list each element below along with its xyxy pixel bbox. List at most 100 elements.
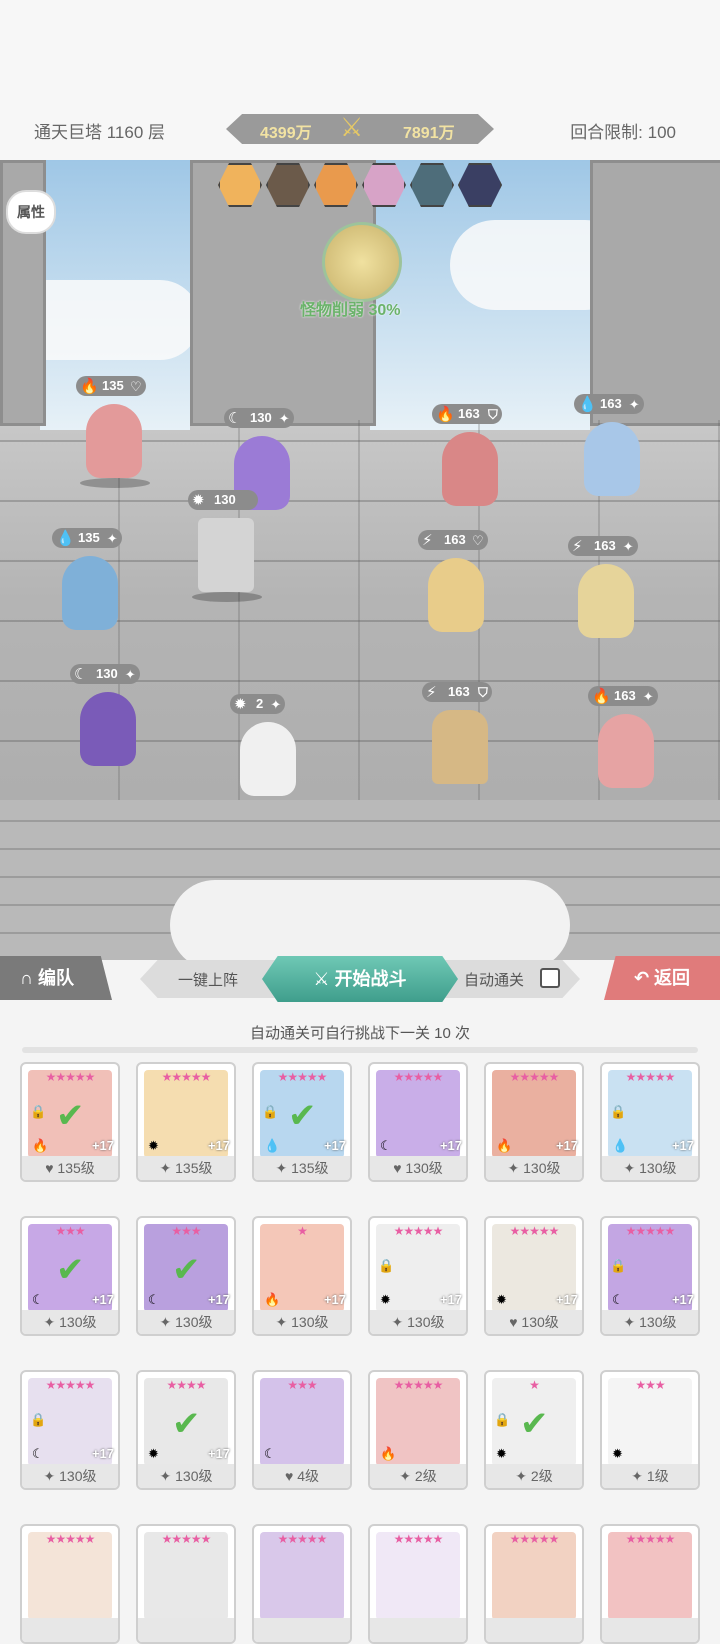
- enemy-sprite: [442, 432, 498, 506]
- star-rating: ★★★: [55, 1224, 85, 1238]
- enemy-portrait[interactable]: [410, 163, 454, 207]
- fire-icon: 🔥: [80, 378, 99, 395]
- hero-card[interactable]: ★★★ ✔ ☾ +17 ✦ 130级: [136, 1216, 236, 1336]
- team-button[interactable]: ∩ 编队: [0, 956, 112, 1000]
- hero-level-bar: [486, 1618, 582, 1642]
- hero-card[interactable]: ★★★★★: [136, 1524, 236, 1644]
- star-rating: ★: [529, 1378, 540, 1392]
- hero-card[interactable]: ★★★★★: [600, 1524, 700, 1644]
- hero-level-bar: ♥ 130级: [370, 1156, 466, 1180]
- hero-card[interactable]: ★★★★★: [20, 1524, 120, 1644]
- lock-icon: 🔒: [30, 1412, 47, 1427]
- water-drop-icon: 💧: [578, 396, 597, 413]
- element-icon: ☾: [148, 1292, 160, 1307]
- hero-card[interactable]: ★ 🔒 ✔ ✹ ✦ 2级: [484, 1370, 584, 1490]
- hero-level: 130级: [175, 1468, 213, 1484]
- hero-level-bar: ✦ 130级: [602, 1156, 698, 1180]
- boss-buff-text: 怪物削弱 30%: [300, 302, 401, 319]
- star-rating: ★★★★★: [45, 1532, 96, 1546]
- hero-card[interactable]: ★★★★★ 🔒 ☾ +17 ✦ 130级: [20, 1370, 120, 1490]
- star-rating: ★★★★★: [509, 1070, 560, 1084]
- role-icon: ✦: [43, 1468, 56, 1484]
- hero-level-bar: ✦ 2级: [370, 1464, 466, 1488]
- hero-card[interactable]: ★★★★★ 🔒 ☾ +17 ✦ 130级: [600, 1216, 700, 1336]
- hero-card[interactable]: ★ 🔥 +17 ✦ 130级: [252, 1216, 352, 1336]
- hero-card[interactable]: ★★★★★ ☾ +17 ♥ 130级: [368, 1062, 468, 1182]
- unit-shadow: [192, 592, 262, 602]
- hero-card[interactable]: ★★★ ✔ ☾ +17 ✦ 130级: [20, 1216, 120, 1336]
- hero-card[interactable]: ★★★★★ 🔥 ✦ 2级: [368, 1370, 468, 1490]
- hero-level-bar: ✦ 130级: [138, 1310, 234, 1334]
- role-icon: ♥: [45, 1160, 54, 1176]
- enhance-level: +17: [91, 1446, 114, 1461]
- ally-unit[interactable]: ✹ 2 ✦: [230, 694, 296, 796]
- element-icon: 🔥: [496, 1138, 513, 1153]
- enemy-portrait[interactable]: [218, 163, 262, 207]
- role-icon: ✦: [399, 1468, 412, 1484]
- attribute-button[interactable]: 属性: [6, 190, 56, 234]
- enemy-portrait[interactable]: [362, 163, 406, 207]
- unit-level: 130: [250, 410, 272, 425]
- star-rating: ★: [297, 1224, 308, 1238]
- hero-card[interactable]: ★★★★★: [368, 1524, 468, 1644]
- hero-level: 135级: [57, 1160, 95, 1176]
- role-icon: ✦: [391, 1314, 404, 1330]
- unit-level: 2: [256, 696, 264, 711]
- role-icon: ✦: [275, 1314, 288, 1330]
- ally-unit[interactable]: ☾ 130 ✦: [70, 664, 140, 766]
- one-key-deploy-button[interactable]: 一键上阵: [178, 969, 238, 990]
- star-rating: ★★★: [635, 1378, 665, 1392]
- hero-card[interactable]: ★★★ ✹ ✦ 1级: [600, 1370, 700, 1490]
- cloud: [170, 880, 570, 960]
- sword-icon: ✦: [278, 411, 290, 426]
- back-button[interactable]: ↶ 返回: [604, 956, 720, 1000]
- hero-level: 130级: [59, 1314, 97, 1330]
- enemy-unit[interactable]: 💧 163 ✦: [574, 394, 644, 496]
- lock-icon: 🔒: [30, 1104, 47, 1119]
- ally-unit[interactable]: ✹ 130: [188, 490, 262, 602]
- hero-card[interactable]: ★★★★★ 🔒 ✔ 💧 +17 ✦ 135级: [252, 1062, 352, 1182]
- hero-card[interactable]: ★★★★★: [484, 1524, 584, 1644]
- hero-card[interactable]: ★★★★★ 🔥 +17 ✦ 130级: [484, 1062, 584, 1182]
- enemy-portrait[interactable]: [458, 163, 502, 207]
- lock-icon: 🔒: [262, 1104, 279, 1119]
- enemy-portrait[interactable]: [314, 163, 358, 207]
- ally-unit[interactable]: 🔥 135 ♡: [76, 376, 150, 488]
- hero-card[interactable]: ★★★★ ✔ ✹ +17 ✦ 130级: [136, 1370, 236, 1490]
- battle-controls: ∩ 编队 一键上阵 ⚔ 开始战斗 自动通关 ↶ 返回: [0, 956, 720, 1008]
- star-rating: ★★★★★: [45, 1378, 96, 1392]
- start-battle-button[interactable]: ⚔ 开始战斗: [262, 956, 458, 1002]
- hero-card[interactable]: ★★★ ☾ ♥ 4级: [252, 1370, 352, 1490]
- enhance-level: +17: [439, 1292, 462, 1307]
- hero-card[interactable]: ★★★★★ ✹ +17 ✦ 135级: [136, 1062, 236, 1182]
- star-rating: ★★★: [171, 1224, 201, 1238]
- enemy-unit[interactable]: ⚡ 163 ♡: [418, 530, 488, 632]
- enemy-portrait[interactable]: [266, 163, 310, 207]
- hero-card[interactable]: ★★★★★ 🔒 ✔ 🔥 +17 ♥ 135级: [20, 1062, 120, 1182]
- ally-unit[interactable]: 💧 135 ✦: [52, 528, 122, 630]
- lock-icon: 🔒: [610, 1258, 627, 1273]
- hero-level: 130级: [639, 1160, 677, 1176]
- selected-check-icon: ✔: [56, 1251, 85, 1289]
- auto-clear-checkbox[interactable]: [540, 968, 560, 988]
- hero-level-bar: ✦ 130级: [138, 1464, 234, 1488]
- hero-card[interactable]: ★★★★★ 🔒 💧 +17 ✦ 130级: [600, 1062, 700, 1182]
- hero-level-bar: ✦ 135级: [138, 1156, 234, 1180]
- selected-check-icon: ✔: [56, 1097, 85, 1135]
- sword-icon: ✦: [642, 689, 654, 704]
- return-arrow-icon: ↶: [633, 968, 655, 988]
- enemy-unit[interactable]: ⚡ 163 ⛉: [422, 682, 492, 784]
- hero-card[interactable]: ★★★★★ 🔒 ✹ +17 ✦ 130级: [368, 1216, 468, 1336]
- hero-card[interactable]: ★★★★★ ✹ +17 ♥ 130级: [484, 1216, 584, 1336]
- hero-level: 135级: [175, 1160, 213, 1176]
- water-drop-icon: 💧: [56, 530, 75, 547]
- enhance-level: +17: [671, 1138, 694, 1153]
- enemy-unit[interactable]: ⚡ 163 ✦: [568, 536, 638, 638]
- enemy-unit[interactable]: 🔥 163 ✦: [588, 686, 658, 788]
- unit-level: 135: [78, 530, 100, 545]
- enemy-unit[interactable]: 🔥 163 ⛉: [432, 404, 502, 506]
- hero-card[interactable]: ★★★★★: [252, 1524, 352, 1644]
- moai-sprite: [432, 710, 488, 784]
- enhance-level: +17: [555, 1292, 578, 1307]
- role-icon: ✦: [275, 1160, 288, 1176]
